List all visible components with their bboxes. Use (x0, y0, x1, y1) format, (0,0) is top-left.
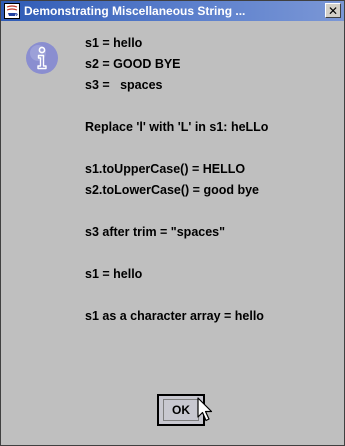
message-line: s1.toUpperCase() = HELLO (85, 162, 246, 176)
message-line: Replace 'l' with 'L' in s1: heLLo (85, 120, 269, 134)
message-line: s1 = hello (85, 36, 143, 50)
message-line: s3 after trim = "spaces" (85, 225, 226, 239)
close-button[interactable]: ✕ (325, 3, 341, 18)
mouse-pointer-icon (197, 397, 213, 422)
message-line: s1 = hello (85, 267, 143, 281)
message-line (85, 96, 335, 117)
message-line (85, 285, 335, 306)
window-title: Demonstrating Miscellaneous String ... (24, 4, 246, 18)
ok-button-label: OK (163, 399, 199, 421)
message-line: s3 = spaces (85, 78, 163, 92)
title-bar[interactable]: Demonstrating Miscellaneous String ... ✕ (1, 1, 344, 21)
message-line (85, 201, 335, 222)
information-icon (26, 42, 58, 74)
java-app-icon (4, 3, 20, 19)
message-line (85, 138, 335, 159)
message-dialog: Demonstrating Miscellaneous String ... ✕… (0, 0, 345, 446)
message-line: s2 = GOOD BYE (85, 57, 181, 71)
message-line: s2.toLowerCase() = good bye (85, 183, 259, 197)
message-line: s1 as a character array = hello (85, 309, 264, 323)
close-icon: ✕ (327, 3, 339, 18)
message-text: s1 = hello s2 = GOOD BYE s3 = spaces Rep… (85, 33, 335, 327)
message-line (85, 243, 335, 264)
